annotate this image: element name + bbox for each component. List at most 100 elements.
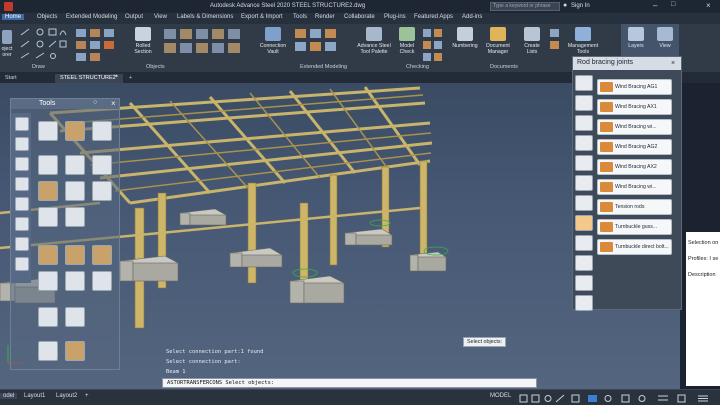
extended-modeling-grid[interactable] bbox=[293, 27, 349, 65]
palette-tab-2[interactable] bbox=[15, 137, 29, 151]
status-tray-icons[interactable] bbox=[518, 394, 718, 403]
joint-item[interactable]: Turnbuckle guss... bbox=[597, 219, 672, 235]
tab-plug-ins[interactable]: Plug-ins bbox=[384, 14, 406, 20]
tool-connection-a-button[interactable] bbox=[38, 245, 58, 265]
tab-featured-apps[interactable]: Featured Apps bbox=[414, 14, 453, 20]
joint-category-3[interactable] bbox=[575, 115, 593, 131]
joint-category-4[interactable] bbox=[575, 135, 593, 151]
tool-copy-button[interactable] bbox=[65, 307, 85, 327]
properties-panel[interactable]: Selection on Profiles: I se Description bbox=[686, 232, 720, 386]
palette-close-icon[interactable]: × bbox=[111, 99, 116, 108]
management-tools-button[interactable]: Management Tools bbox=[562, 27, 604, 55]
connection-tools-grid[interactable] bbox=[162, 27, 252, 65]
command-input[interactable]: ASTORTRANSFERCONS Select objects: bbox=[162, 378, 537, 388]
joint-category-7[interactable] bbox=[575, 195, 593, 211]
palette-tab-1[interactable] bbox=[15, 117, 29, 131]
sign-in-link[interactable]: Sign In bbox=[571, 3, 590, 9]
joint-item[interactable]: Wind Bracing AG1 bbox=[597, 79, 672, 95]
tab-layout1[interactable]: Layout1 bbox=[24, 393, 45, 399]
rod-bracing-panel[interactable]: Rod bracing joints × Wind Bracing AG1 Wi… bbox=[572, 56, 682, 311]
add-layout-button[interactable]: + bbox=[85, 393, 89, 399]
joint-item[interactable]: Wind Bracing wi... bbox=[597, 119, 672, 135]
minimize-icon[interactable]: – bbox=[653, 1, 657, 10]
connection-vault-button[interactable]: Connection Vault bbox=[255, 27, 291, 55]
search-input[interactable]: Type a keyword or phrase bbox=[490, 2, 560, 11]
tab-export-import[interactable]: Export & Import bbox=[241, 14, 283, 20]
tab-steel-structure2[interactable]: STEEL STRUCTURE2* bbox=[55, 74, 123, 83]
joint-item[interactable]: Wind Bracing AX2 bbox=[597, 159, 672, 175]
joint-category-1[interactable] bbox=[575, 75, 593, 91]
tools-palette-header[interactable]: Tools ○ × bbox=[11, 99, 119, 109]
tab-add-ins[interactable]: Add-ins bbox=[462, 14, 482, 20]
numbering-button[interactable]: Numbering bbox=[448, 27, 482, 49]
app-logo-icon[interactable] bbox=[4, 2, 13, 11]
tab-close-icon[interactable]: × bbox=[114, 74, 118, 80]
palette-tab-6[interactable] bbox=[15, 217, 29, 231]
tab-start[interactable]: Start bbox=[0, 74, 22, 83]
object-tools-grid[interactable] bbox=[74, 27, 126, 65]
tools-palette[interactable]: Tools ○ × bbox=[10, 98, 120, 370]
tool-connection-d-button[interactable] bbox=[38, 271, 58, 291]
new-tab-button[interactable]: + bbox=[124, 74, 137, 83]
model-check-button[interactable]: Model Check bbox=[396, 27, 418, 55]
tool-weld-button[interactable] bbox=[38, 181, 58, 201]
panel-checking-label[interactable]: Checking bbox=[406, 64, 429, 70]
tab-home[interactable]: Home bbox=[2, 14, 25, 20]
project-explorer-button[interactable]: oject orer bbox=[0, 30, 14, 58]
tool-connection-e-button[interactable] bbox=[65, 271, 85, 291]
panel-documents-label[interactable]: Documents bbox=[490, 64, 518, 70]
panel-objects-label[interactable]: Objects bbox=[146, 64, 165, 70]
joint-item[interactable]: Turnbuckle direct bolt... bbox=[597, 239, 672, 255]
joint-item[interactable]: Tension rods bbox=[597, 199, 672, 215]
panel-draw-label[interactable]: Draw bbox=[32, 64, 45, 70]
tab-extended-modeling[interactable]: Extended Modeling bbox=[66, 14, 117, 20]
tool-connection-f-button[interactable] bbox=[92, 271, 112, 291]
tab-collaborate[interactable]: Collaborate bbox=[344, 14, 375, 20]
panel-extended-modeling-label[interactable]: Extended Modeling bbox=[300, 64, 347, 70]
tool-transfer-button[interactable] bbox=[38, 307, 58, 327]
tool-hole-button[interactable] bbox=[65, 181, 85, 201]
document-manager-button[interactable]: Document Manager bbox=[482, 27, 514, 55]
draw-tools-icons[interactable] bbox=[18, 27, 68, 65]
joint-item[interactable]: Wind Bracing AX1 bbox=[597, 99, 672, 115]
tool-plate-button[interactable] bbox=[38, 121, 58, 141]
tab-view[interactable]: View bbox=[154, 14, 167, 20]
create-lists-button[interactable]: Create Lists bbox=[518, 27, 546, 55]
tab-labels-dimensions[interactable]: Labels & Dimensions bbox=[177, 14, 233, 20]
joint-item[interactable]: Wind Bracing AG2 bbox=[597, 139, 672, 155]
palette-tab-3[interactable] bbox=[15, 157, 29, 171]
palette-tab-7[interactable] bbox=[15, 237, 29, 251]
tool-connection-b-button[interactable] bbox=[65, 245, 85, 265]
tool-grid-button[interactable] bbox=[65, 121, 85, 141]
document-tools-grid[interactable] bbox=[548, 27, 562, 65]
joint-category-10[interactable] bbox=[575, 255, 593, 271]
tool-notch-button[interactable] bbox=[92, 181, 112, 201]
rolled-section-button[interactable]: Rolled Section bbox=[128, 27, 158, 55]
model-space-toggle[interactable]: MODEL bbox=[490, 393, 511, 399]
tab-output[interactable]: Output bbox=[125, 14, 143, 20]
joint-category-2[interactable] bbox=[575, 95, 593, 111]
joint-category-9[interactable] bbox=[575, 235, 593, 251]
tool-stair-button[interactable] bbox=[65, 341, 85, 361]
palette-tab-8[interactable] bbox=[15, 257, 29, 271]
tab-tools[interactable]: Tools bbox=[293, 14, 307, 20]
tab-render[interactable]: Render bbox=[315, 14, 335, 20]
tool-bend-button[interactable] bbox=[38, 155, 58, 175]
palette-tab-4[interactable] bbox=[15, 177, 29, 191]
restore-icon[interactable]: □ bbox=[671, 1, 675, 8]
rod-panel-close-icon[interactable]: × bbox=[671, 60, 675, 67]
checking-tools-grid[interactable] bbox=[421, 27, 445, 65]
tab-layout2[interactable]: Layout2 bbox=[56, 393, 77, 399]
tab-objects[interactable]: Objects bbox=[37, 14, 57, 20]
joint-category-11[interactable] bbox=[575, 275, 593, 291]
tool-connection-c-button[interactable] bbox=[92, 245, 112, 265]
joint-category-5[interactable] bbox=[575, 155, 593, 171]
palette-tab-5[interactable] bbox=[15, 197, 29, 211]
tool-beam-button[interactable] bbox=[38, 341, 58, 361]
tool-pattern-button[interactable] bbox=[38, 207, 58, 227]
tab-model[interactable]: odel bbox=[0, 393, 18, 399]
user-icon[interactable]: ● bbox=[563, 2, 567, 9]
joint-category-12[interactable] bbox=[575, 295, 593, 311]
joint-item[interactable]: Wind Bracing wi... bbox=[597, 179, 672, 195]
tool-grid-holes-button[interactable] bbox=[65, 207, 85, 227]
